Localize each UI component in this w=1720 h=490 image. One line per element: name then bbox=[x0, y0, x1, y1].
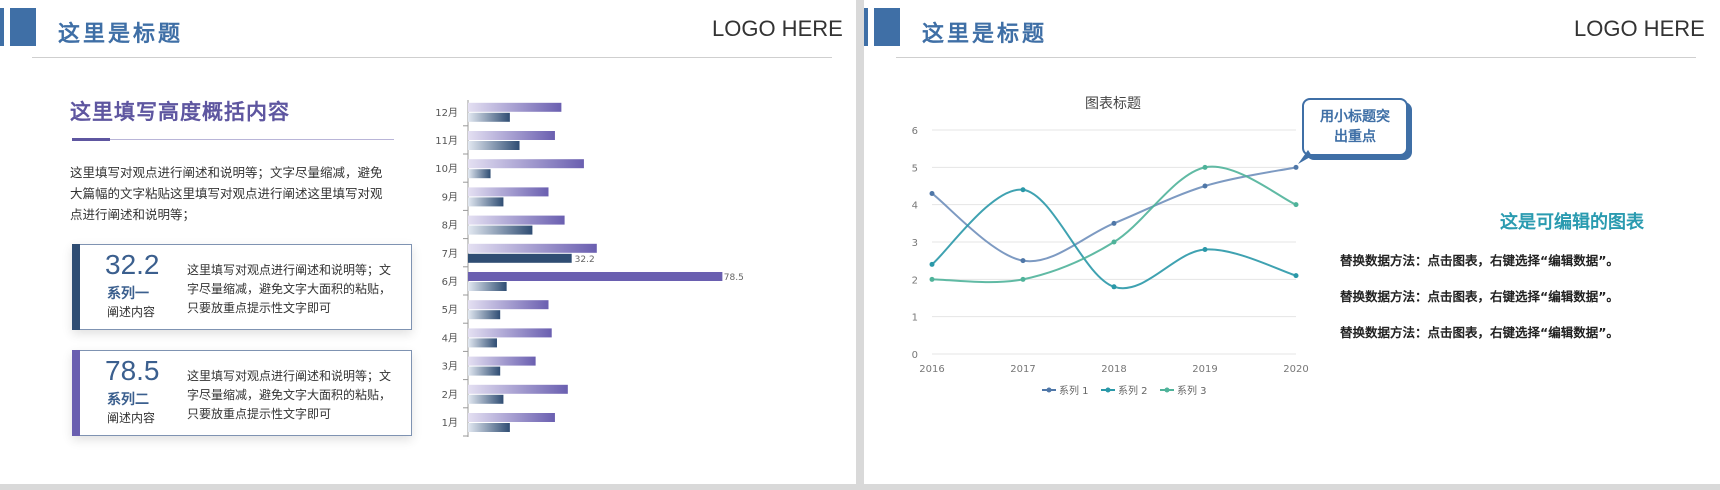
line-chart[interactable]: 图表标题 0 1 2 3 4 5 6 2016 2017 2018 2019 2020 系列 1 系列 2… bbox=[864, 0, 1720, 484]
y-tick-label: 5 bbox=[912, 163, 918, 174]
callout-line: 用小标题突 bbox=[1320, 109, 1390, 125]
bar-category-label: 8月 bbox=[442, 220, 458, 232]
callout-pointer bbox=[1298, 150, 1312, 164]
bar-series-1 bbox=[468, 243, 597, 253]
replace-data-hint: 替换数据方法：点击图表，右键选择“编辑数据”。 bbox=[1340, 325, 1619, 340]
legend-label: 系列 3 bbox=[1177, 384, 1207, 397]
x-tick-label: 2018 bbox=[1101, 364, 1126, 375]
bar-category-label: 3月 bbox=[442, 361, 458, 373]
x-tick-label: 2017 bbox=[1010, 364, 1035, 375]
bar-series-1 bbox=[468, 328, 552, 338]
x-tick-label: 2020 bbox=[1283, 364, 1308, 375]
bar-series-2 bbox=[468, 141, 520, 150]
bar-series-1 bbox=[468, 215, 565, 225]
bar-category-label: 12月 bbox=[435, 107, 458, 119]
bar-series-2 bbox=[468, 225, 533, 235]
line-point bbox=[1020, 187, 1026, 193]
x-tick-label: 2016 bbox=[919, 364, 944, 375]
y-tick-label: 6 bbox=[912, 126, 918, 137]
legend-marker bbox=[1105, 387, 1111, 393]
legend-label: 系列 2 bbox=[1118, 384, 1148, 397]
line-point bbox=[1111, 284, 1117, 290]
bar-series-2 bbox=[468, 197, 504, 207]
bar-series-1 bbox=[468, 300, 549, 310]
slide-left[interactable]: 这里是标题 LOGO HERE 这里填写高度概括内容 这里填写对观点进行阐述和说… bbox=[0, 0, 856, 484]
bar-data-label: 32.2 bbox=[575, 255, 595, 265]
y-tick-label: 2 bbox=[912, 275, 918, 286]
bar-series-1 bbox=[468, 187, 549, 197]
bar-series-1 bbox=[468, 272, 723, 281]
x-tick-label: 2019 bbox=[1192, 364, 1217, 375]
legend-marker bbox=[1164, 387, 1170, 393]
y-tick-label: 3 bbox=[912, 238, 918, 249]
bar-series-2 bbox=[468, 423, 510, 432]
bar-series-2 bbox=[468, 310, 501, 320]
bar-category-label: 10月 bbox=[435, 163, 458, 175]
bar-series-2 bbox=[468, 253, 572, 263]
bar-series-2 bbox=[468, 169, 491, 179]
editable-chart-title: 这是可编辑的图表 bbox=[1500, 212, 1644, 233]
callout-line: 出重点 bbox=[1334, 129, 1376, 145]
monthly-bar-chart[interactable]: 1月 2月 3月 4月 5月 6月 7月 8月 9月 10月 11月 12月 78.5 32.2 bbox=[0, 0, 856, 484]
line-series-1 bbox=[931, 166, 1297, 263]
line-point bbox=[929, 190, 935, 196]
bar-category-label: 4月 bbox=[442, 332, 458, 344]
line-point bbox=[1202, 246, 1208, 252]
line-point bbox=[1293, 273, 1299, 279]
bar-series-2 bbox=[468, 338, 497, 348]
bar-category-label: 2月 bbox=[442, 389, 458, 401]
bar-category-label: 9月 bbox=[442, 191, 458, 203]
bar-series-2 bbox=[468, 394, 504, 404]
line-point bbox=[1293, 202, 1299, 208]
chart-title: 图表标题 bbox=[1085, 96, 1141, 112]
line-point bbox=[929, 261, 935, 267]
bar-category-label: 11月 bbox=[435, 135, 458, 147]
line-point bbox=[1111, 239, 1117, 245]
bar-series-2 bbox=[468, 282, 507, 291]
y-tick-label: 0 bbox=[912, 350, 918, 361]
bar-category-label: 5月 bbox=[442, 304, 458, 316]
bar-series-1 bbox=[468, 159, 584, 169]
y-tick-label: 4 bbox=[912, 201, 918, 212]
line-point bbox=[1111, 220, 1117, 226]
line-point bbox=[929, 276, 935, 282]
replace-data-hint: 替换数据方法：点击图表，右键选择“编辑数据”。 bbox=[1340, 289, 1619, 304]
bar-category-label: 1月 bbox=[442, 417, 458, 429]
bar-data-label: 78.5 bbox=[724, 273, 744, 283]
y-tick-label: 1 bbox=[912, 313, 918, 324]
line-point bbox=[1020, 258, 1026, 264]
bar-series-1 bbox=[468, 384, 568, 394]
bar-series-2 bbox=[468, 366, 501, 376]
bar-category-label: 6月 bbox=[442, 276, 458, 288]
legend-label: 系列 1 bbox=[1059, 384, 1089, 397]
bar-category-label: 7月 bbox=[442, 248, 458, 260]
bar-series-1 bbox=[468, 413, 555, 422]
line-point bbox=[1202, 183, 1208, 189]
bar-series-2 bbox=[468, 112, 510, 122]
bar-series-1 bbox=[468, 102, 562, 112]
legend-marker bbox=[1046, 387, 1052, 393]
bar-series-1 bbox=[468, 356, 536, 366]
replace-data-hint: 替换数据方法：点击图表，右键选择“编辑数据”。 bbox=[1340, 253, 1619, 268]
bar-series-1 bbox=[468, 131, 555, 140]
line-point bbox=[1020, 276, 1026, 282]
line-point bbox=[1202, 164, 1208, 170]
slide-right[interactable]: 这里是标题 LOGO HERE 图表标题 0 1 2 3 4 5 6 2016 2017 2018… bbox=[864, 0, 1720, 484]
callout-box: 用小标题突 出重点 bbox=[1302, 98, 1408, 156]
